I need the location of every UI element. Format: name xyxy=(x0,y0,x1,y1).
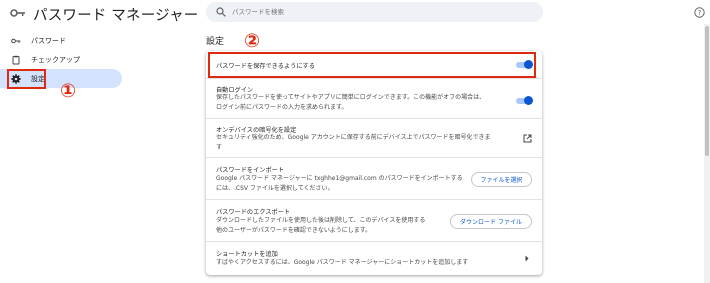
row-auto-signin[interactable]: 自動ログイン 保存したパスワードを使ってサイトやアプリに簡単にログインできます。… xyxy=(206,78,542,118)
key-icon xyxy=(11,38,21,43)
row-desc-line: セキュリティ強化のため、Google アカウントに保存する前にデバイス上でパスワ… xyxy=(216,134,491,141)
search-icon xyxy=(216,7,226,17)
annotation-marker-2: ② xyxy=(244,30,261,52)
checkup-icon xyxy=(12,55,20,64)
sidebar-item-label: チェックアップ xyxy=(31,55,80,64)
row-title: ショートカットを追加 xyxy=(216,251,278,258)
scrollbar-thumb[interactable] xyxy=(705,26,709,156)
row-desc-line: 他のユーザーがパスワードを確認できないようにします。 xyxy=(216,227,372,234)
sidebar-item-checkup[interactable]: チェックアップ xyxy=(0,50,120,69)
sidebar-item-label: パスワード xyxy=(31,36,66,45)
row-title: パスワードのエクスポート xyxy=(216,209,291,216)
row-add-shortcut[interactable]: ショートカットを追加 すばやくアクセスするには、Google パスワード マネー… xyxy=(206,241,542,275)
row-desc-line: ログイン前にパスワードの入力を求められます。 xyxy=(216,104,348,111)
sidebar-item-passwords[interactable]: パスワード xyxy=(0,31,120,50)
row-desc-line: す xyxy=(216,144,223,151)
row-desc-line: 保存したパスワードを使ってサイトやアプリに簡単にログインできます。この機能がオフ… xyxy=(216,94,486,101)
svg-text:?: ? xyxy=(698,9,702,17)
row-title: パスワードをインポート xyxy=(216,167,285,174)
row-desc-line: Google パスワード マネージャーに txghhe1@gmail.com の… xyxy=(216,175,463,182)
row-desc-line: には、.CSV ファイルを選択してください。 xyxy=(216,185,334,192)
open-in-new-icon[interactable] xyxy=(523,134,532,143)
row-desc-line: すばやくアクセスするには、Google パスワード マネージャーにショートカット… xyxy=(216,259,469,266)
key-logo-icon xyxy=(10,9,25,17)
app-title: パスワード マネージャー xyxy=(33,8,199,24)
help-icon[interactable]: ? xyxy=(694,7,705,18)
search-bar[interactable] xyxy=(206,2,543,22)
search-input[interactable] xyxy=(232,8,512,16)
download-file-button[interactable]: ダウンロード ファイル xyxy=(450,214,532,229)
settings-card: パスワードを保存できるようにする 自動ログイン 保存したパスワードを使ってサイト… xyxy=(206,51,542,275)
select-file-button[interactable]: ファイルを選択 xyxy=(471,172,532,187)
row-desc-line: ダウンロードしたファイルを使用した後は削除して、このデバイスを使用する xyxy=(216,217,426,224)
auto-signin-toggle[interactable] xyxy=(516,96,533,105)
row-on-device-encryption[interactable]: オンデバイスの暗号化を設定 セキュリティ強化のため、Google アカウントに保… xyxy=(206,118,542,157)
highlight-save-passwords-box xyxy=(208,52,536,78)
annotation-marker-1: ① xyxy=(60,80,77,102)
section-title: 設定 xyxy=(206,37,225,47)
chevron-right-icon xyxy=(525,255,529,262)
row-export-passwords: パスワードのエクスポート ダウンロードしたファイルを使用した後は削除して、このデ… xyxy=(206,199,542,241)
row-import-passwords: パスワードをインポート Google パスワード マネージャーに txghhe1… xyxy=(206,157,542,199)
highlight-settings-box xyxy=(7,69,46,89)
